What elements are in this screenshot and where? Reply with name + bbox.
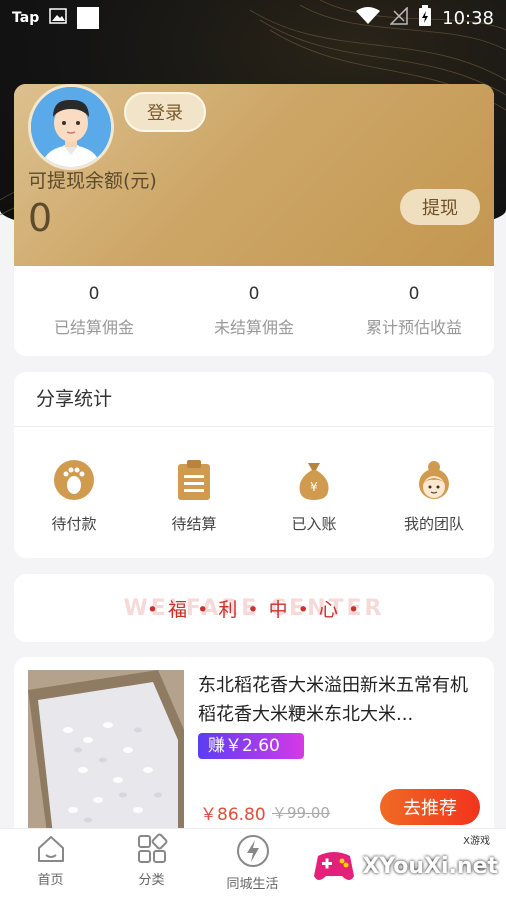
product-price: ￥86.80 xyxy=(200,805,266,825)
notification-icon xyxy=(77,7,100,29)
share-item-pending-payment[interactable]: 待付款 xyxy=(14,459,134,534)
signal-icon xyxy=(389,5,408,30)
share-item-my-team[interactable]: 我的团队 xyxy=(374,459,494,534)
gamepad-icon xyxy=(314,852,355,880)
nav-item-category[interactable]: 分类 xyxy=(101,829,202,900)
balance-value: 0 xyxy=(28,196,53,240)
clipboard-icon xyxy=(178,460,210,500)
lightning-icon xyxy=(236,835,269,867)
recommend-button[interactable]: 去推荐 xyxy=(380,789,480,825)
share-item-label: 已入账 xyxy=(291,515,337,533)
clock-time: 10:38 xyxy=(442,7,494,29)
balance-label: 可提现余额(元) xyxy=(28,170,157,192)
share-stats-card: 分享统计 待付款 待结算 ¥ 已入账 我的团队 xyxy=(14,372,494,558)
status-bar: Tap 10:38 xyxy=(0,0,506,36)
wallet-header: 登录 可提现余额(元) 0 提现 xyxy=(14,84,494,266)
battery-icon xyxy=(418,4,432,32)
nav-label: 首页 xyxy=(37,873,64,888)
share-item-label: 我的团队 xyxy=(403,515,464,533)
carrier-label: Tap xyxy=(12,10,40,26)
product-card[interactable]: 东北稻花香大米溢田新米五常有机稻花香大米粳米东北大米... 赚￥2.60 ￥86… xyxy=(14,657,494,857)
stat-value: 0 xyxy=(408,284,420,304)
nav-label: 同城生活 xyxy=(226,877,279,892)
share-item-credited[interactable]: ¥ 已入账 xyxy=(254,459,374,534)
footprint-icon xyxy=(54,460,94,500)
stat-unsettled[interactable]: 0 未结算佣金 xyxy=(174,284,334,356)
watermark-logo: XYouXi.net X游戏 xyxy=(312,836,498,886)
nav-item-home[interactable]: 首页 xyxy=(0,829,101,900)
withdraw-button[interactable]: 提现 xyxy=(400,189,480,225)
image-icon xyxy=(49,8,67,28)
avatar[interactable] xyxy=(28,84,114,170)
original-price: ￥99.00 xyxy=(272,804,330,822)
earn-badge: 赚￥2.60 xyxy=(198,733,304,759)
stat-label: 已结算佣金 xyxy=(53,318,134,337)
wifi-icon xyxy=(356,6,381,30)
stat-settled[interactable]: 0 已结算佣金 xyxy=(14,284,174,356)
stat-value: 0 xyxy=(88,284,100,304)
product-title[interactable]: 东北稻花香大米溢田新米五常有机稻花香大米粳米东北大米... xyxy=(198,671,480,729)
watermark-small-text: X游戏 xyxy=(463,836,490,847)
welfare-center-banner[interactable]: WELFARE CENTER • 福 • 利 • 中 • 心 • xyxy=(14,574,494,642)
nav-label: 分类 xyxy=(138,873,165,888)
share-item-label: 待付款 xyxy=(51,515,97,533)
svg-text:¥: ¥ xyxy=(310,480,318,494)
category-icon xyxy=(137,833,167,863)
share-item-label: 待结算 xyxy=(171,515,217,533)
share-item-pending-settlement[interactable]: 待结算 xyxy=(134,459,254,534)
login-button[interactable]: 登录 xyxy=(124,92,206,132)
money-bag-icon: ¥ xyxy=(299,463,329,500)
home-icon xyxy=(37,836,64,862)
wallet-card: 登录 可提现余额(元) 0 提现 0 已结算佣金 0 未结算佣金 0 累计预估收… xyxy=(14,84,494,356)
bottom-nav: 首页 分类 同城生活 XYouXi.net X游戏 xyxy=(0,828,506,900)
stat-label: 未结算佣金 xyxy=(213,318,294,337)
team-icon xyxy=(419,461,449,499)
stat-label: 累计预估收益 xyxy=(365,318,462,337)
welfare-title: • 福 • 利 • 中 • 心 • xyxy=(146,598,362,621)
watermark-text: XYouXi.net xyxy=(362,853,498,879)
product-image[interactable] xyxy=(28,670,184,840)
share-items: 待付款 待结算 ¥ 已入账 我的团队 xyxy=(14,427,494,534)
commission-stats: 0 已结算佣金 0 未结算佣金 0 累计预估收益 xyxy=(14,266,494,356)
stat-estimated[interactable]: 0 累计预估收益 xyxy=(334,284,494,356)
share-title: 分享统计 xyxy=(14,372,494,427)
avatar-icon xyxy=(31,87,111,167)
nav-item-local-life[interactable]: 同城生活 xyxy=(202,829,303,900)
stat-value: 0 xyxy=(248,284,260,304)
